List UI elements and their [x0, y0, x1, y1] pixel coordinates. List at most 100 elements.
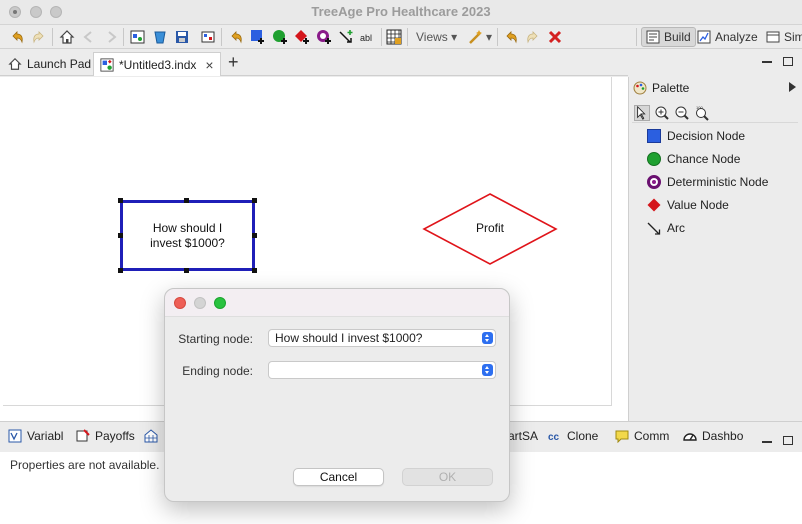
svg-text:cc: cc	[548, 432, 560, 443]
print-preview-icon[interactable]	[200, 29, 216, 45]
starting-node-stepper-icon	[482, 332, 493, 344]
main-toolbar: abl Views ▾ ▾ Build Analyze Sim	[0, 25, 802, 49]
delete-icon[interactable]	[547, 29, 563, 45]
undo-icon[interactable]	[9, 29, 25, 45]
deterministic-node-icon	[647, 175, 661, 189]
palette-panel: Palette 100 Decision Node Chance Node De…	[628, 77, 802, 421]
dialog-minimize-button[interactable]	[194, 297, 206, 309]
payoffs-icon	[76, 429, 90, 442]
decision-node[interactable]: How should I invest $1000?	[120, 200, 255, 271]
palette-header: Palette	[633, 81, 689, 95]
dialog-zoom-button[interactable]	[214, 297, 226, 309]
tab-tables[interactable]: I	[144, 429, 166, 443]
dashboard-icon	[683, 433, 697, 441]
wand-icon[interactable]	[468, 29, 484, 45]
perspective-analyze[interactable]: Analyze	[693, 27, 762, 47]
ending-node-select[interactable]	[268, 361, 496, 379]
table-icon	[144, 429, 158, 443]
minimize-panel-icon[interactable]	[762, 432, 772, 446]
comment-icon	[615, 430, 629, 443]
select-tool-icon[interactable]	[634, 105, 650, 121]
build-icon	[646, 30, 660, 44]
resize-handle[interactable]	[184, 268, 189, 273]
value-node-label: Profit	[475, 221, 504, 235]
resize-handle[interactable]	[184, 198, 189, 203]
simulate-icon	[766, 31, 780, 43]
palette-chance-node[interactable]: Chance Node	[647, 150, 740, 168]
tab-untitled3[interactable]: *Untitled3.indx ×	[93, 52, 221, 76]
new-tree-icon[interactable]	[130, 29, 146, 45]
perspective-build[interactable]: Build	[641, 27, 696, 47]
add-arc-icon[interactable]	[338, 29, 354, 45]
tab-variables[interactable]: Variabl	[8, 429, 63, 443]
editor-tab-bar: Launch Pad *Untitled3.indx ×	[0, 50, 628, 76]
pointer-tool-icon[interactable]	[228, 29, 244, 45]
chance-node-icon	[647, 152, 661, 166]
forward-icon[interactable]	[103, 29, 119, 45]
resize-handle[interactable]	[118, 198, 123, 203]
views-menu[interactable]: Views ▾	[416, 30, 457, 44]
add-value-node-icon[interactable]	[294, 29, 310, 45]
open-icon[interactable]	[152, 29, 168, 45]
arc-icon	[647, 222, 661, 235]
redo-icon[interactable]	[31, 29, 47, 45]
home-icon[interactable]	[59, 29, 75, 45]
title-bar: TreeAge Pro Healthcare 2023	[0, 0, 802, 25]
minimize-editor-icon[interactable]	[762, 52, 772, 66]
svg-text:100: 100	[696, 105, 703, 110]
cancel-button[interactable]: Cancel	[293, 468, 384, 486]
add-deterministic-node-icon[interactable]	[316, 29, 332, 45]
properties-message: Properties are not available.	[10, 458, 160, 472]
arc-dialog: Starting node: How should I invest $1000…	[164, 288, 510, 502]
ok-button[interactable]: OK	[402, 468, 493, 486]
analyze-icon	[697, 30, 711, 44]
back-icon[interactable]	[81, 29, 97, 45]
new-tab-button[interactable]: +	[228, 52, 239, 73]
back-nav-icon[interactable]	[503, 29, 519, 45]
zoom-100-icon[interactable]: 100	[694, 105, 710, 121]
dialog-close-button[interactable]	[174, 297, 186, 309]
variables-icon	[8, 429, 22, 443]
resize-handle[interactable]	[118, 233, 123, 238]
value-node-icon	[647, 198, 661, 212]
maximize-panel-icon[interactable]	[783, 434, 793, 448]
tab-clone[interactable]: cc Clone	[548, 429, 598, 443]
palette-tools: 100	[632, 103, 798, 123]
palette-decision-node[interactable]: Decision Node	[647, 127, 745, 145]
maximize-editor-icon[interactable]	[783, 55, 793, 69]
save-icon[interactable]	[174, 29, 190, 45]
resize-handle[interactable]	[252, 268, 257, 273]
window-title: TreeAge Pro Healthcare 2023	[311, 4, 491, 19]
add-chance-node-icon[interactable]	[272, 29, 288, 45]
resize-handle[interactable]	[118, 268, 123, 273]
grid-icon[interactable]	[386, 29, 402, 45]
zoom-in-icon[interactable]	[654, 105, 670, 121]
tab-dashboard[interactable]: Dashbo	[683, 429, 743, 443]
palette-collapse-icon[interactable]	[789, 82, 796, 92]
svg-text:abl: abl	[360, 33, 372, 43]
tab-smartsa[interactable]: artSA	[508, 429, 538, 443]
decision-node-icon	[647, 129, 661, 143]
decision-node-label: How should I invest $1000?	[150, 220, 225, 250]
starting-node-label: Starting node:	[178, 332, 253, 346]
add-decision-node-icon[interactable]	[250, 29, 266, 45]
ending-node-label: Ending node:	[182, 364, 253, 378]
zoom-out-icon[interactable]	[674, 105, 690, 121]
text-label-icon[interactable]: abl	[359, 29, 379, 45]
palette-arc[interactable]: Arc	[647, 219, 685, 237]
tab-launch-pad[interactable]: Launch Pad	[2, 52, 97, 76]
palette-deterministic-node[interactable]: Deterministic Node	[647, 173, 768, 191]
palette-icon	[633, 81, 647, 95]
palette-value-node[interactable]: Value Node	[647, 196, 729, 214]
tab-comments[interactable]: Comm	[615, 429, 669, 443]
resize-handle[interactable]	[252, 198, 257, 203]
ending-node-stepper-icon	[482, 364, 493, 376]
resize-handle[interactable]	[252, 233, 257, 238]
perspective-simulate[interactable]: Sim	[762, 27, 802, 47]
tab-payoffs[interactable]: Payoffs	[76, 429, 135, 443]
dialog-title-bar	[165, 289, 509, 317]
forward-nav-icon[interactable]	[525, 29, 541, 45]
starting-node-select[interactable]: How should I invest $1000?	[268, 329, 496, 347]
wand-dropdown-icon[interactable]: ▾	[486, 30, 492, 44]
close-tab-icon[interactable]: ×	[205, 57, 213, 73]
